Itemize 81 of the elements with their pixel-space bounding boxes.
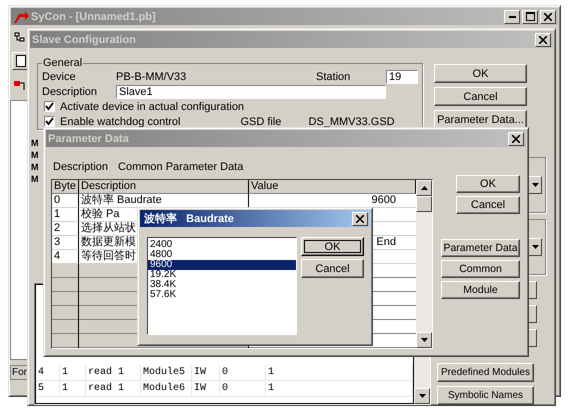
dialog-button[interactable]: Cancel [434, 87, 527, 106]
table-cell: 1 [266, 381, 413, 396]
field-label: Description [53, 161, 108, 173]
field-label: Description [42, 86, 98, 98]
table-cell: 1 [60, 381, 86, 396]
truncated-label: M [31, 162, 38, 172]
list-item[interactable]: 9600 [148, 260, 296, 270]
scroll-down-button[interactable] [414, 388, 430, 404]
table-cell: 1 [60, 365, 86, 380]
field-label: Device [42, 70, 77, 82]
dialog-title: Slave Configuration [32, 34, 136, 46]
device-name: PB-B-MM/V33 [116, 70, 188, 82]
dropdown-button[interactable] [528, 238, 542, 256]
checkbox-label: Activate device in actual configuration [60, 100, 244, 112]
baudrate-list[interactable]: 2400 4800 9600 19.2K 38.4K 57.6K [147, 237, 297, 335]
table-cell: 4 [36, 365, 60, 380]
column-header[interactable]: Byte [52, 180, 79, 194]
column-header[interactable]: Value [249, 180, 416, 194]
table-cell: 波特率 Baudrate [79, 194, 249, 208]
table-cell: 1 [266, 365, 413, 380]
table-cell: 4 [52, 250, 79, 264]
table-cell: IW [192, 381, 220, 396]
table-cell: 0 [220, 365, 266, 380]
dialog-title: Parameter Data [48, 132, 129, 144]
checkbox[interactable] [44, 116, 55, 127]
table-cell: 2 [52, 222, 79, 236]
list-item[interactable]: 19.2K [148, 270, 296, 280]
dialog-button[interactable]: OK [456, 175, 520, 193]
maximize-icon [526, 12, 534, 21]
truncated-label: M [31, 150, 38, 160]
table-cell: 3 [52, 236, 79, 250]
close-icon [544, 12, 552, 20]
window-title: SyCon - [Unnamed1.pb] [31, 10, 156, 22]
close-icon [356, 214, 364, 222]
dialog-button[interactable]: Common [441, 260, 520, 278]
field-label: GSD file [240, 116, 282, 128]
station-field[interactable]: 19 [386, 70, 418, 84]
dialog-button[interactable]: Module [441, 281, 520, 299]
scroll-thumb[interactable] [416, 196, 432, 212]
list-item[interactable]: 57.6K [148, 290, 296, 300]
dialog-button[interactable]: Parameter Data [441, 239, 520, 257]
dialog-button[interactable]: OK [434, 64, 527, 83]
close-icon [539, 36, 547, 44]
arrow-up-icon [420, 186, 428, 190]
table-cell: Module5 [141, 365, 192, 380]
truncated-label: M [31, 174, 38, 184]
table-cell: read 1 [86, 381, 141, 396]
close-icon [512, 134, 520, 142]
arrow-down-icon [532, 245, 538, 249]
dialog-button[interactable]: Cancel [301, 259, 364, 278]
scroll-down-button[interactable] [416, 332, 432, 348]
dialog-button[interactable]: Symbolic Names [437, 386, 534, 405]
truncated-label: M [31, 138, 38, 148]
app-icon [13, 10, 29, 24]
gsd-file-name: DS_MMV33.GSD [308, 116, 395, 128]
group-label: General [42, 58, 84, 69]
table-cell: IW [192, 365, 220, 380]
scrollbar[interactable] [416, 180, 432, 348]
column-header[interactable]: Description [79, 180, 249, 194]
dialog-button[interactable]: Cancel [456, 196, 520, 214]
close-button[interactable] [352, 212, 368, 226]
dropdown-button[interactable] [528, 176, 542, 194]
field-label: Station [316, 70, 352, 82]
arrow-down-icon [418, 394, 426, 398]
checkbox-label: Enable watchdog control [60, 116, 180, 128]
arrow-down-icon [420, 338, 428, 342]
table-cell: 1 [52, 208, 79, 222]
table-cell: read 1 [86, 365, 141, 380]
dialog-button[interactable]: Predefined Modules [437, 363, 534, 382]
minimize-icon [508, 16, 516, 18]
scroll-up-button[interactable] [416, 180, 432, 196]
table-cell: 0 [52, 194, 79, 208]
description-text: Common Parameter Data [118, 161, 244, 173]
description-field[interactable]: Slave1 [116, 84, 386, 98]
list-item[interactable]: 38.4K [148, 280, 296, 290]
table-cell: 5 [36, 381, 60, 396]
table-cell: Module6 [141, 381, 192, 396]
arrow-down-icon [532, 183, 538, 187]
checkbox[interactable] [44, 101, 55, 112]
table-cell: 0 [220, 381, 266, 396]
dialog-button[interactable]: OK [301, 237, 364, 256]
